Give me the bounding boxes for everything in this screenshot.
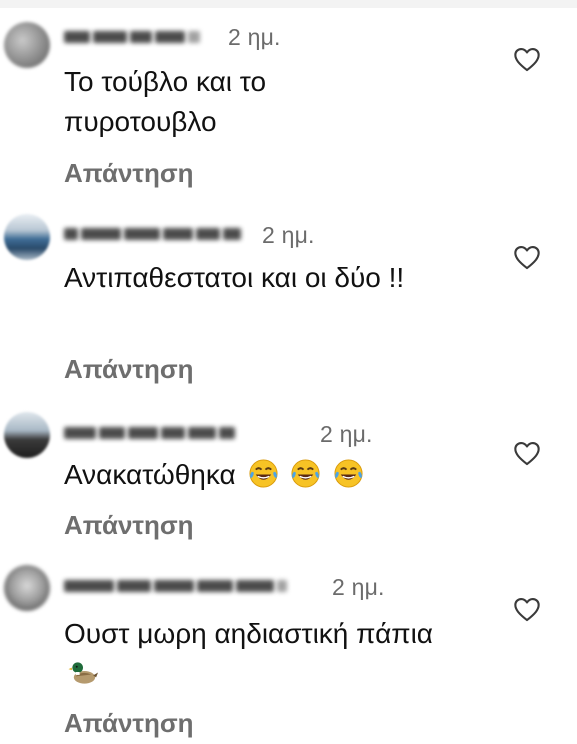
reply-button[interactable]: Απάντηση: [64, 708, 194, 739]
reply-button[interactable]: Απάντηση: [64, 510, 194, 541]
username-redacted[interactable]: [64, 424, 235, 442]
avatar[interactable]: [4, 214, 50, 260]
heart-icon[interactable]: [513, 244, 541, 270]
face-with-tears-of-joy-icon: [291, 459, 320, 488]
username-redacted[interactable]: [64, 225, 241, 243]
comment-text: Το τούβλο και το πυροτουβλο: [64, 66, 267, 137]
reply-button[interactable]: Απάντηση: [64, 354, 194, 385]
avatar[interactable]: [4, 412, 50, 458]
comment-text: Ουστ μωρη αηδιαστική πάπια: [64, 618, 433, 649]
heart-icon[interactable]: [513, 440, 541, 466]
reply-button[interactable]: Απάντηση: [64, 158, 194, 189]
comment-text: Ανακατώθηκα: [64, 459, 236, 490]
avatar[interactable]: [4, 565, 50, 611]
heart-icon[interactable]: [513, 46, 541, 72]
duck-icon: [68, 662, 99, 684]
comment-text-row: Ανακατώθηκα: [64, 455, 504, 495]
comment-text: Αντιπαθεστατοι και οι δύο !!: [64, 262, 405, 293]
heart-icon[interactable]: [513, 596, 541, 622]
comment-timestamp: 2 ημ.: [228, 24, 281, 50]
face-with-tears-of-joy-icon: [334, 459, 363, 488]
top-divider: [0, 0, 577, 8]
avatar[interactable]: [4, 22, 50, 68]
comment-timestamp: 2 ημ.: [320, 421, 373, 447]
face-with-tears-of-joy-icon: [248, 459, 278, 488]
comment-timestamp: 2 ημ.: [332, 574, 385, 600]
username-redacted[interactable]: [64, 28, 200, 46]
comment-timestamp: 2 ημ.: [262, 222, 315, 248]
comment-text-row: Ουστ μωρη αηδιαστική πάπια: [64, 614, 464, 694]
username-redacted[interactable]: [64, 577, 287, 595]
